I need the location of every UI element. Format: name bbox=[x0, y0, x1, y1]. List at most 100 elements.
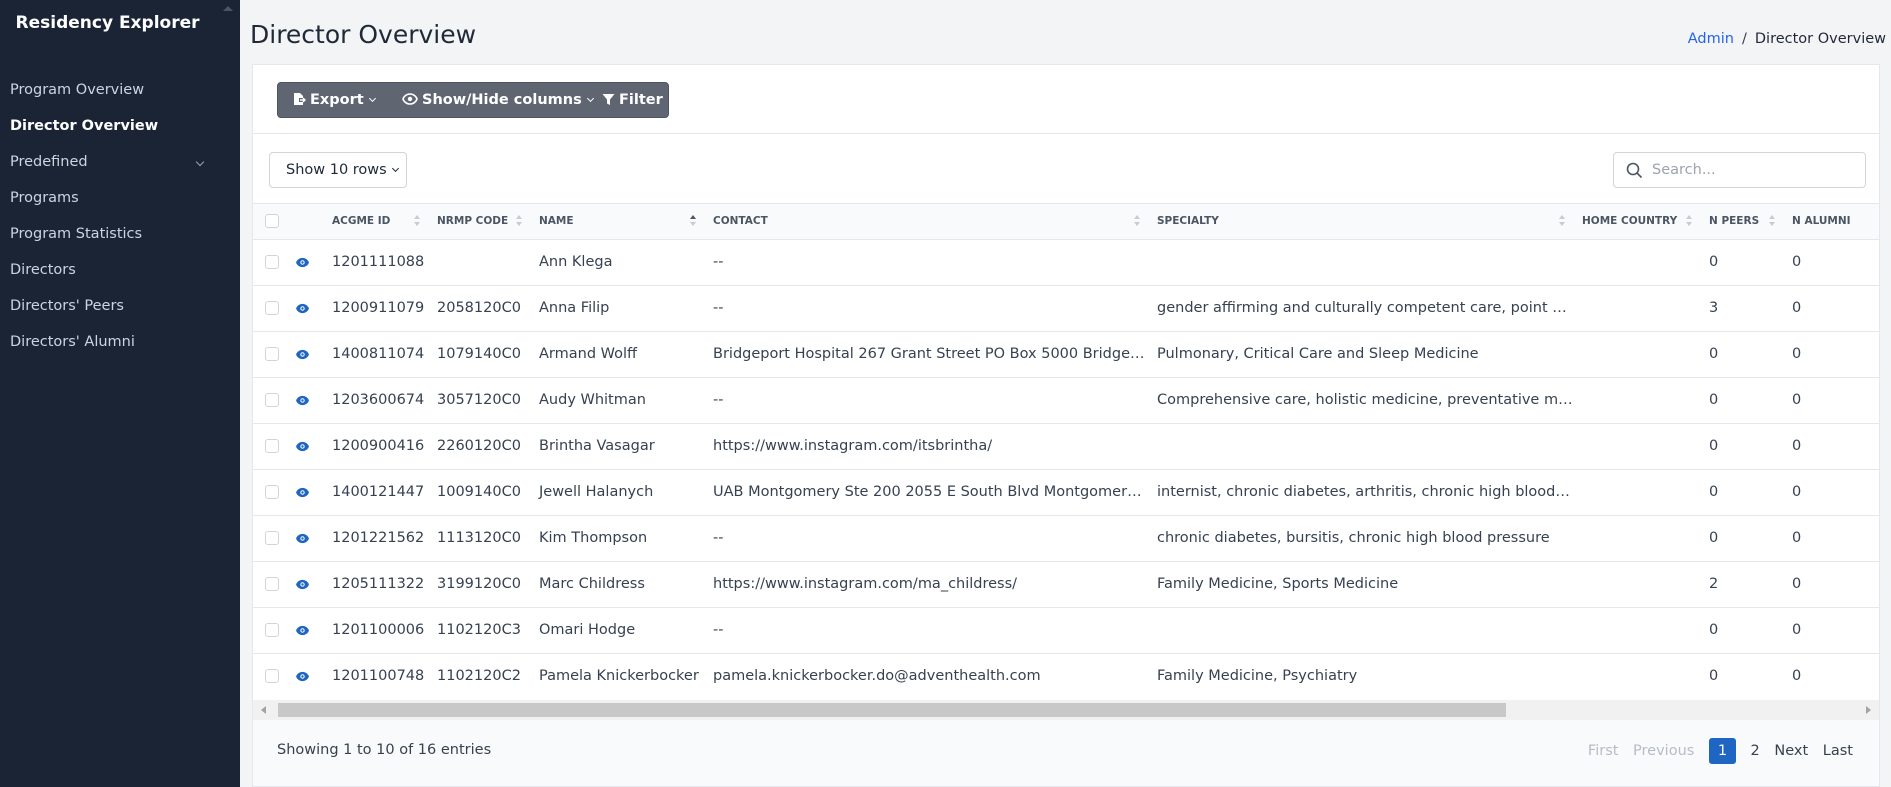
eye-icon[interactable] bbox=[295, 349, 310, 360]
eye-icon[interactable] bbox=[295, 625, 310, 636]
eye-icon[interactable] bbox=[295, 671, 310, 682]
pagination-page-1[interactable]: 1 bbox=[1708, 738, 1736, 764]
column-header-contact[interactable]: CONTACT bbox=[705, 204, 1149, 239]
row-checkbox[interactable] bbox=[265, 301, 279, 315]
pagination-previous[interactable]: Previous bbox=[1633, 738, 1694, 764]
eye-icon[interactable] bbox=[295, 303, 310, 314]
breadcrumb-admin-link[interactable]: Admin bbox=[1688, 31, 1734, 47]
sidebar: Residency Explorer Program Overview Dire… bbox=[0, 0, 240, 787]
select-all-checkbox[interactable] bbox=[265, 214, 279, 229]
scroll-left-icon[interactable] bbox=[261, 706, 266, 714]
row-checkbox[interactable] bbox=[265, 577, 279, 591]
brand-title[interactable]: Residency Explorer bbox=[0, 13, 215, 33]
export-icon bbox=[294, 93, 306, 105]
eye-icon bbox=[402, 93, 418, 105]
row-checkbox[interactable] bbox=[265, 531, 279, 545]
pagination: First Previous 1 2 Next Last bbox=[1578, 738, 1853, 766]
filter-icon bbox=[602, 93, 615, 105]
entries-info: Showing 1 to 10 of 16 entries bbox=[277, 742, 492, 758]
scroll-right-icon[interactable] bbox=[1866, 706, 1871, 714]
sidebar-item-predefined[interactable]: Predefined bbox=[0, 144, 240, 180]
cell-home-country bbox=[1574, 653, 1701, 699]
sort-icon bbox=[1769, 215, 1776, 228]
scrollbar-thumb[interactable] bbox=[278, 703, 1506, 717]
column-header-home-country[interactable]: HOME COUNTRY bbox=[1574, 204, 1701, 239]
show-rows-select[interactable]: Show 10 rows bbox=[269, 152, 407, 188]
table-row: 1203600674 3057120C0 Audy Whitman -- Compreh… bbox=[253, 377, 1879, 423]
cell-n-alumni: 0 bbox=[1792, 438, 1802, 454]
collapse-icon[interactable] bbox=[223, 6, 233, 11]
cell-specialty: internist, chronic diabetes, arthritis, … bbox=[1157, 484, 1574, 500]
toolbar: Export Show/Hide columns Filter bbox=[253, 65, 1879, 134]
cell-acgme-id: 1201100748 bbox=[332, 668, 425, 685]
eye-icon[interactable] bbox=[295, 395, 310, 406]
sidebar-item-program-overview[interactable]: Program Overview bbox=[0, 72, 240, 108]
row-checkbox[interactable] bbox=[265, 393, 279, 407]
cell-specialty: Family Medicine, Sports Medicine bbox=[1157, 576, 1399, 592]
eye-icon[interactable] bbox=[295, 257, 310, 268]
eye-icon[interactable] bbox=[295, 533, 310, 544]
sidebar-item-directors[interactable]: Directors bbox=[0, 252, 240, 288]
cell-nrmp-code: 1079140C0 bbox=[437, 346, 521, 362]
pagination-first[interactable]: First bbox=[1588, 738, 1619, 764]
cell-acgme-id: 1400811074 bbox=[332, 346, 425, 362]
sidebar-item-programs[interactable]: Programs bbox=[0, 180, 240, 216]
cell-n-alumni: 0 bbox=[1792, 300, 1802, 316]
row-select-cell bbox=[253, 285, 287, 331]
sort-icon bbox=[1134, 215, 1141, 228]
column-header-nrmp-code[interactable]: NRMP CODE bbox=[429, 204, 531, 239]
column-header-name[interactable]: NAME bbox=[531, 204, 705, 239]
cell-specialty: Family Medicine, Psychiatry bbox=[1157, 668, 1358, 685]
row-checkbox[interactable] bbox=[265, 669, 279, 684]
sidebar-item-label: Predefined bbox=[10, 154, 88, 170]
breadcrumb: Admin / Director Overview bbox=[1688, 31, 1886, 47]
eye-icon[interactable] bbox=[295, 441, 310, 452]
column-header-specialty[interactable]: SPECIALTY bbox=[1149, 204, 1574, 239]
cell-acgme-id: 1205111322 bbox=[332, 576, 425, 592]
cell-name: Omari Hodge bbox=[539, 622, 636, 638]
eye-icon[interactable] bbox=[295, 487, 310, 498]
cell-specialty: chronic diabetes, bursitis, chronic high… bbox=[1157, 530, 1550, 546]
pagination-next[interactable]: Next bbox=[1774, 738, 1808, 764]
sidebar-item-program-statistics[interactable]: Program Statistics bbox=[0, 216, 240, 252]
cell-home-country bbox=[1574, 561, 1701, 607]
search-input[interactable] bbox=[1652, 153, 1857, 187]
export-button[interactable]: Export bbox=[292, 83, 376, 117]
cell-acgme-id: 1201221562 bbox=[332, 530, 425, 546]
horizontal-scrollbar[interactable] bbox=[253, 700, 1879, 720]
breadcrumb-current: Director Overview bbox=[1754, 31, 1886, 47]
row-checkbox[interactable] bbox=[265, 623, 279, 637]
row-checkbox[interactable] bbox=[265, 439, 279, 453]
filter-button[interactable]: Filter bbox=[602, 83, 663, 117]
cell-contact: -- bbox=[713, 392, 724, 408]
table-row: 1201100748 1102120C2 Pamela Knickerbocker p… bbox=[253, 653, 1879, 699]
table-row: 1205111322 3199120C0 Marc Childress https:/… bbox=[253, 561, 1879, 607]
column-header-acgme-id[interactable]: ACGME ID bbox=[324, 204, 429, 239]
row-view-cell bbox=[287, 285, 324, 331]
column-header-n-alumni[interactable]: N ALUMNI bbox=[1784, 204, 1879, 239]
cell-name: Brintha Vasagar bbox=[539, 438, 655, 454]
toolbar-button-group: Export Show/Hide columns Filter bbox=[277, 82, 669, 118]
cell-home-country bbox=[1574, 239, 1701, 285]
pagination-page-2[interactable]: 2 bbox=[1751, 738, 1760, 764]
row-select-cell bbox=[253, 239, 287, 285]
table-row: 1200900416 2260120C0 Brintha Vasagar https:… bbox=[253, 423, 1879, 469]
row-checkbox[interactable] bbox=[265, 485, 279, 499]
show-hide-columns-button[interactable]: Show/Hide columns bbox=[402, 83, 594, 117]
sort-icon bbox=[1686, 215, 1693, 228]
sidebar-item-directors-peers[interactable]: Directors' Peers bbox=[0, 288, 240, 324]
cell-n-alumni: 0 bbox=[1792, 346, 1802, 362]
row-select-cell bbox=[253, 561, 287, 607]
view-column-header bbox=[287, 204, 324, 239]
sidebar-item-directors-alumni[interactable]: Directors' Alumni bbox=[0, 324, 240, 360]
row-checkbox[interactable] bbox=[265, 347, 279, 361]
eye-icon[interactable] bbox=[295, 579, 310, 590]
column-header-n-peers[interactable]: N PEERS bbox=[1701, 204, 1784, 239]
sidebar-item-director-overview[interactable]: Director Overview bbox=[0, 108, 240, 144]
chevron-down-icon bbox=[391, 164, 399, 173]
cell-n-peers: 0 bbox=[1709, 254, 1719, 270]
cell-specialty bbox=[1149, 607, 1574, 653]
pagination-last[interactable]: Last bbox=[1823, 738, 1853, 764]
row-checkbox[interactable] bbox=[265, 255, 279, 269]
cell-n-alumni: 0 bbox=[1792, 484, 1802, 500]
